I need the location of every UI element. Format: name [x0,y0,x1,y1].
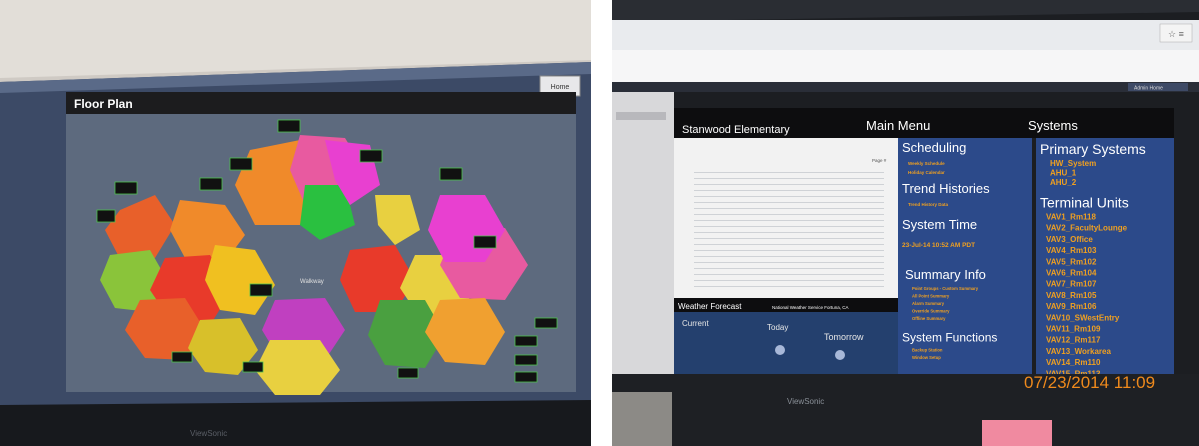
admin-home-label: Admin Home [1134,86,1163,92]
terminal-unit-link[interactable]: VAV7_Rm107 [1046,280,1097,289]
summary-link[interactable]: Alarm Summary [912,301,945,306]
terminal-unit-link[interactable]: VAV12_Rm117 [1046,336,1101,345]
functions-heading: System Functions [902,331,997,345]
sensor-tag[interactable] [514,371,538,383]
summary-link[interactable]: Point Groups - Custom Summary [912,286,979,291]
table-row [694,190,884,191]
sensor-tag[interactable] [199,177,223,191]
summary-link[interactable]: Override Summary [912,309,950,314]
table-row [694,256,884,257]
terminal-unit-link[interactable]: VAV6_Rm104 [1046,269,1097,278]
sensor-tag[interactable] [114,181,138,195]
table-row [694,232,884,233]
home-button-label: Home [551,84,570,91]
terminal-unit-link[interactable]: VAV9_Rm106 [1046,302,1097,311]
floor-plan-title: Floor Plan [74,97,133,111]
terminal-unit-link[interactable]: VAV4_Rm103 [1046,246,1097,255]
photo-timestamp: 07/23/2014 11:09 [1024,373,1155,392]
weather-today: Today [767,323,788,332]
weather-current: Current [682,319,709,328]
sensor-tag[interactable] [473,235,497,249]
summary-link[interactable]: Offline Summary [912,316,946,321]
terminal-unit-link[interactable]: VAV14_Rm110 [1046,358,1101,367]
weather-title: Weather Forecast [678,302,742,311]
weather-tomorrow: Tomorrow [824,332,864,342]
terminal-unit-link[interactable]: VAV5_Rm102 [1046,257,1097,266]
system-time-value: 23-Jul-14 10:52 AM PDT [902,242,975,249]
sensor-tag[interactable] [171,351,193,363]
table-row [694,262,884,263]
sensor-tag[interactable] [96,209,116,223]
trend-heading: Trend Histories [902,181,990,196]
terminal-unit-link[interactable]: VAV11_Rm109 [1046,325,1101,334]
main-menu-title: Main Menu [866,118,930,133]
sensor-tag[interactable] [229,157,253,171]
table-row [694,184,884,185]
scheduling-link[interactable]: Holiday Calendar [908,170,945,175]
functions-link[interactable]: Window Setup [912,355,941,360]
functions-link[interactable]: Backup Station [912,348,943,353]
table-row [694,280,884,281]
primary-system-link[interactable]: AHU_2 [1050,178,1077,187]
brand-logo: ViewSonic [190,429,227,438]
building-menu-monitor: ☆ ≡ Admin Home Stanwood Elementary Main … [612,0,1199,446]
sensor-tag[interactable] [439,167,463,181]
table-row [694,196,884,197]
table-row [694,244,884,245]
table-row [694,208,884,209]
star-icon[interactable]: ☆ ≡ [1168,29,1184,39]
summary-heading: Summary Info [905,267,986,282]
sensor-tag[interactable] [277,119,301,133]
sticky-note [982,420,1052,446]
table-row [694,172,884,173]
walkway-label: Walkway [300,279,324,285]
summary-link[interactable]: All Point Summary [912,294,950,299]
table-row [694,220,884,221]
weather-icon [775,345,785,355]
terminal-unit-link[interactable]: VAV10_SWestEntry [1046,313,1120,322]
building-menu-photo: ☆ ≡ Admin Home Stanwood Elementary Main … [612,0,1199,446]
trend-link[interactable]: Trend History Data [908,202,949,207]
table-row [694,286,884,287]
terminal-unit-link[interactable]: VAV8_Rm105 [1046,291,1097,300]
sensor-tag[interactable] [359,149,383,163]
floor-plan-monitor: Home Floor Plan Walkway ViewSonic [0,0,591,446]
table-row [694,226,884,227]
sensor-tag[interactable] [249,283,273,297]
terminal-unit-link[interactable]: VAV13_Workarea [1046,347,1111,356]
terminal-units-heading: Terminal Units [1040,195,1129,211]
weather-source: National Weather Service Fortuna, CA [772,305,848,310]
sensor-tag[interactable] [514,335,538,347]
table-row [694,178,884,179]
weather-icon [835,350,845,360]
terminal-unit-link[interactable]: VAV1_Rm118 [1046,213,1097,222]
table-row [694,238,884,239]
primary-system-link[interactable]: AHU_1 [1050,169,1077,178]
terminal-unit-link[interactable]: VAV2_FacultyLounge [1046,224,1128,233]
systems-title: Systems [1028,118,1078,133]
table-row [694,268,884,269]
table-page-label: Page # [872,158,887,163]
brand-logo: ViewSonic [787,397,824,406]
table-row [694,274,884,275]
table-row [694,202,884,203]
sensor-tag[interactable] [514,354,538,366]
terminal-unit-link[interactable]: VAV3_Office [1046,235,1093,244]
sensor-tag[interactable] [397,367,419,379]
table-row [694,250,884,251]
scheduling-heading: Scheduling [902,140,966,155]
table-row [694,214,884,215]
school-name: Stanwood Elementary [682,124,790,136]
primary-systems-heading: Primary Systems [1040,141,1146,157]
sensor-tag[interactable] [242,361,264,373]
primary-system-link[interactable]: HW_System [1050,159,1096,168]
sensor-tag[interactable] [534,317,558,329]
floor-plan-photo: Home Floor Plan Walkway ViewSonic [0,0,591,446]
system-time-heading: System Time [902,217,977,232]
scheduling-link[interactable]: Weekly Schedule [908,161,945,166]
